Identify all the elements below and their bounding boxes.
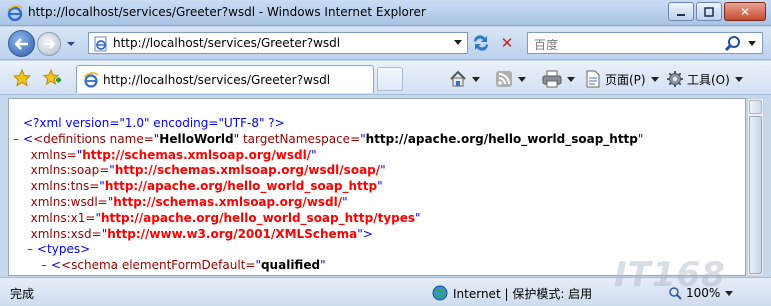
xmlns-wsdl-attribute: xmlns:wsdl="http://schemas.xmlsoap.org/w… bbox=[30, 194, 348, 209]
vertical-scrollbar[interactable] bbox=[747, 98, 764, 276]
new-tab-button[interactable] bbox=[377, 67, 403, 91]
address-dropdown-icon[interactable] bbox=[450, 32, 466, 54]
print-icon bbox=[542, 70, 562, 88]
print-dropdown-icon[interactable] bbox=[567, 76, 575, 82]
globe-icon bbox=[432, 285, 448, 301]
feeds-dropdown-icon[interactable] bbox=[518, 76, 526, 82]
status-text: 完成 bbox=[10, 287, 35, 301]
collapse-toggle[interactable]: – bbox=[37, 258, 51, 274]
xml-viewer: <?xml version="1.0" encoding="UTF-8" ?> … bbox=[8, 98, 746, 276]
scroll-up-button[interactable] bbox=[749, 100, 762, 114]
zone-label: Internet | 保护模式: 启用 bbox=[453, 286, 593, 301]
xmlns-soap-attribute: xmlns:soap="http://schemas.xmlsoap.org/w… bbox=[30, 163, 386, 178]
search-dropdown-icon[interactable] bbox=[748, 41, 756, 47]
favorites-star-icon[interactable] bbox=[13, 69, 31, 87]
zoom-level: 100% bbox=[686, 286, 721, 300]
refresh-icon[interactable] bbox=[471, 34, 491, 52]
zoom-dropdown-icon[interactable] bbox=[725, 290, 734, 296]
xml-declaration: <?xml version="1.0" encoding="UTF-8" ?> bbox=[23, 116, 285, 130]
back-button[interactable] bbox=[8, 30, 35, 57]
home-button[interactable] bbox=[449, 69, 480, 89]
window-title: http://localhost/services/Greeter?wsdl -… bbox=[28, 5, 426, 19]
rss-feed-icon bbox=[496, 71, 512, 87]
back-arrow-icon bbox=[14, 37, 28, 50]
close-icon: ✕ bbox=[739, 4, 751, 19]
zoom-control[interactable]: 100% bbox=[668, 283, 734, 303]
search-box[interactable]: 百度 bbox=[527, 32, 763, 54]
close-button[interactable]: ✕ bbox=[724, 2, 766, 21]
page-dropdown-icon bbox=[650, 76, 659, 82]
zoom-magnifier-icon bbox=[669, 287, 682, 300]
search-placeholder: 百度 bbox=[534, 38, 559, 52]
home-icon bbox=[450, 70, 466, 87]
home-dropdown-icon[interactable] bbox=[472, 76, 480, 82]
xmlns-attribute: xmlns="http://schemas.xmlsoap.org/wsdl/" bbox=[30, 147, 317, 162]
page-ie-icon bbox=[94, 36, 107, 52]
security-zone[interactable]: Internet | 保护模式: 启用 bbox=[432, 283, 592, 303]
collapse-toggle[interactable]: – bbox=[23, 242, 37, 258]
definitions-element: – <<definitions name="HelloWorld" targetN… bbox=[9, 132, 643, 148]
stop-icon[interactable]: ✕ bbox=[498, 34, 516, 52]
print-button[interactable] bbox=[542, 69, 575, 89]
xmlns-tns-attribute: xmlns:tns="http://apache.org/hello_world… bbox=[30, 179, 383, 194]
maximize-icon bbox=[704, 6, 714, 17]
status-bar: 完成 Internet | 保护模式: 启用 100% bbox=[0, 277, 771, 306]
address-bar[interactable]: http://localhost/services/Greeter?wsdl bbox=[88, 32, 468, 54]
page-menu[interactable]: 页面(P) bbox=[584, 69, 659, 89]
feeds-button[interactable] bbox=[495, 69, 526, 89]
add-favorite-icon[interactable] bbox=[43, 69, 61, 87]
tools-menu[interactable]: 工具(O) bbox=[666, 69, 743, 89]
collapse-toggle[interactable]: – bbox=[9, 132, 23, 148]
maximize-button[interactable] bbox=[696, 2, 722, 21]
gear-icon bbox=[667, 71, 683, 87]
scroll-thumb[interactable] bbox=[749, 116, 762, 274]
page-icon bbox=[586, 70, 600, 88]
forward-button[interactable] bbox=[37, 32, 61, 56]
tools-menu-label: 工具(O) bbox=[687, 72, 730, 87]
ie-icon bbox=[7, 5, 23, 21]
types-element: – <types> bbox=[9, 242, 643, 258]
minimize-button[interactable] bbox=[668, 2, 694, 21]
forward-arrow-icon bbox=[44, 39, 55, 49]
tab-active[interactable]: http://localhost/services/Greeter?wsdl bbox=[76, 65, 374, 93]
title-bar: http://localhost/services/Greeter?wsdl -… bbox=[0, 0, 771, 26]
schema-element: – <<schema elementFormDefault="qualified" bbox=[9, 258, 643, 274]
tab-ie-icon bbox=[83, 72, 99, 88]
xmlns-x1-attribute: xmlns:x1="http://apache.org/hello_world_… bbox=[30, 210, 421, 225]
xmlns-xsd-attribute: xmlns:xsd="http://www.w3.org/2001/XMLSch… bbox=[30, 226, 373, 241]
address-text[interactable]: http://localhost/services/Greeter?wsdl bbox=[113, 36, 340, 50]
page-menu-label: 页面(P) bbox=[605, 72, 646, 87]
tab-bar: http://localhost/services/Greeter?wsdl 页… bbox=[0, 61, 771, 95]
minimize-icon bbox=[677, 13, 685, 16]
tab-title: http://localhost/services/Greeter?wsdl bbox=[103, 73, 331, 87]
tools-dropdown-icon bbox=[734, 76, 743, 82]
history-dropdown-icon[interactable] bbox=[66, 39, 76, 49]
search-icon[interactable] bbox=[724, 35, 742, 53]
navigation-bar: http://localhost/services/Greeter?wsdl ✕… bbox=[0, 27, 771, 60]
